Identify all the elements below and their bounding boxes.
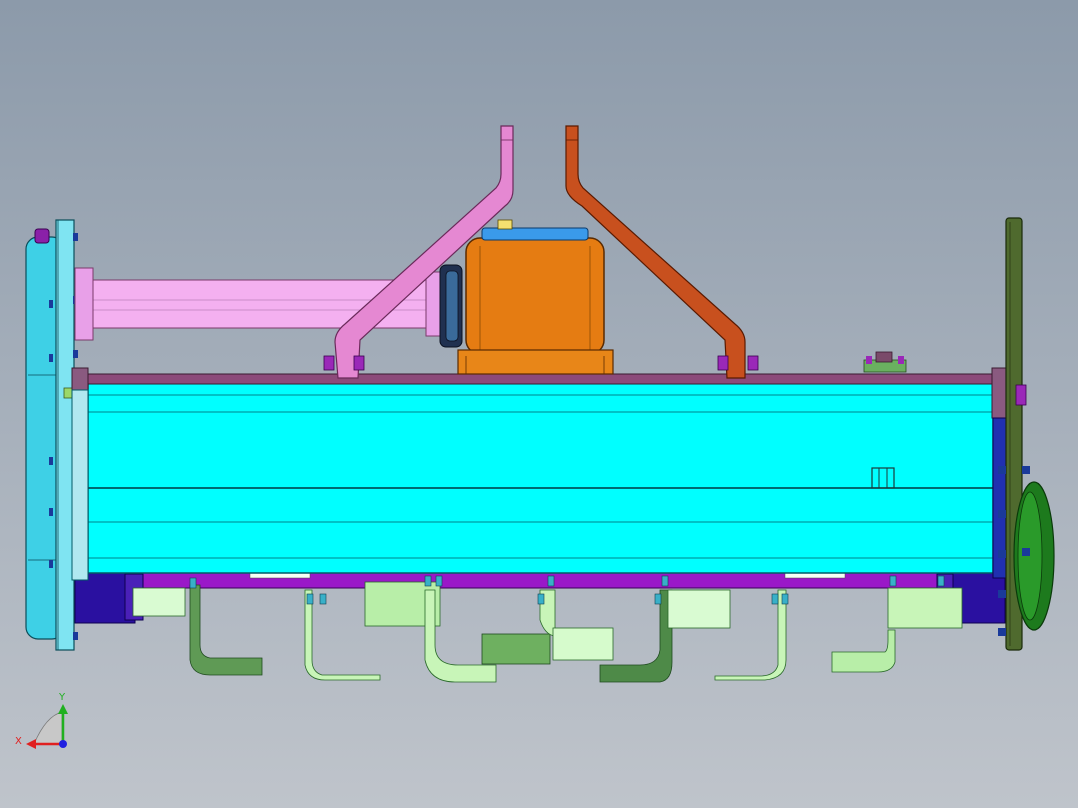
x-axis-label: X: [15, 736, 22, 747]
y-axis-label: Y: [58, 692, 66, 703]
left-side-cover: [25, 219, 75, 651]
coordinate-triad[interactable]: Y X: [15, 692, 68, 749]
top-bracket: [863, 351, 907, 373]
z-axis-origin: [59, 740, 67, 748]
right-side-plate: [998, 217, 1055, 651]
gearbox: [457, 219, 614, 375]
x-axis-arrowhead: [26, 739, 36, 749]
triad-plane: [33, 711, 63, 745]
rotary-tiller-model[interactable]: Y X: [0, 0, 1078, 808]
y-axis-arrowhead: [58, 704, 68, 714]
rotor-housing: [87, 382, 994, 574]
cad-viewport[interactable]: Y X: [0, 0, 1078, 808]
